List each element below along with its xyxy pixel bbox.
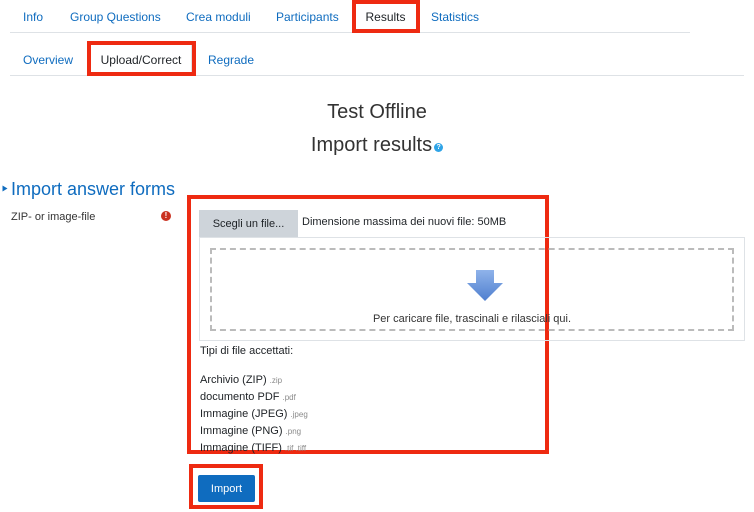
page-subtitle: Import results? bbox=[0, 134, 754, 157]
required-icon: ! bbox=[161, 211, 171, 221]
max-file-size-text: Dimensione massima dei nuovi file: 50MB bbox=[302, 216, 507, 228]
type-ext: .jpeg bbox=[290, 410, 308, 419]
tab-regrade[interactable]: Regrade bbox=[195, 43, 267, 76]
accepted-type-item: Immagine (JPEG) .jpeg bbox=[200, 406, 308, 423]
accepted-type-item: documento PDF .pdf bbox=[200, 389, 308, 406]
type-ext: .png bbox=[285, 427, 302, 436]
tab-upload-correct[interactable]: Upload/Correct bbox=[90, 43, 192, 76]
dropzone-dashed-area[interactable]: Per caricare file, trascinali e rilascia… bbox=[210, 248, 734, 331]
type-ext: .pdf bbox=[282, 393, 296, 402]
section-legend-text: Import answer forms bbox=[11, 179, 176, 199]
type-name: Archivio (ZIP) bbox=[200, 374, 267, 386]
tab-overview[interactable]: Overview bbox=[10, 43, 86, 76]
type-name: documento PDF bbox=[200, 391, 280, 403]
choose-file-button[interactable]: Scegli un file... bbox=[199, 210, 298, 238]
page-subtitle-text: Import results bbox=[310, 134, 433, 156]
tab-group-questions[interactable]: Group Questions bbox=[57, 0, 174, 33]
help-icon[interactable]: ? bbox=[434, 143, 444, 152]
tab-statistics[interactable]: Statistics bbox=[418, 0, 492, 33]
type-name: Immagine (PNG) bbox=[200, 425, 283, 437]
type-name: Immagine (TIFF) bbox=[200, 442, 282, 454]
type-name: Immagine (JPEG) bbox=[200, 408, 288, 420]
accepted-types-list: Archivio (ZIP) .zip documento PDF .pdf Imm… bbox=[200, 372, 308, 457]
import-button[interactable]: Import bbox=[198, 475, 255, 502]
dropzone-hint: Per caricare file, trascinali e rilascia… bbox=[372, 313, 572, 325]
collapse-caret-icon bbox=[2, 185, 8, 192]
accepted-type-item: Archivio (ZIP) .zip bbox=[200, 372, 308, 389]
file-field-label: ZIP- or image-file bbox=[11, 211, 96, 223]
tab-results[interactable]: Results bbox=[353, 0, 418, 33]
accepted-type-item: Immagine (TIFF) .tif .tiff bbox=[200, 440, 308, 457]
file-dropzone[interactable]: Per caricare file, trascinali e rilascia… bbox=[199, 237, 745, 341]
section-legend[interactable]: Import answer forms bbox=[0, 179, 175, 200]
accepted-type-item: Immagine (PNG) .png bbox=[200, 423, 308, 440]
accepted-types-title: Tipi di file accettati: bbox=[200, 345, 294, 357]
tab-crea-moduli[interactable]: Crea moduli bbox=[173, 0, 264, 33]
primary-tab-bar: Info Group Questions Crea moduli Partici… bbox=[10, 0, 690, 33]
page-title: Test Offline bbox=[327, 101, 427, 123]
drop-arrow-icon bbox=[467, 270, 503, 301]
type-ext: .zip bbox=[269, 376, 283, 385]
tab-participants[interactable]: Participants bbox=[263, 0, 352, 33]
tab-info[interactable]: Info bbox=[10, 0, 56, 33]
type-ext: .tif .tiff bbox=[284, 444, 307, 453]
secondary-tab-bar: Overview Upload/Correct Regrade bbox=[10, 43, 744, 76]
